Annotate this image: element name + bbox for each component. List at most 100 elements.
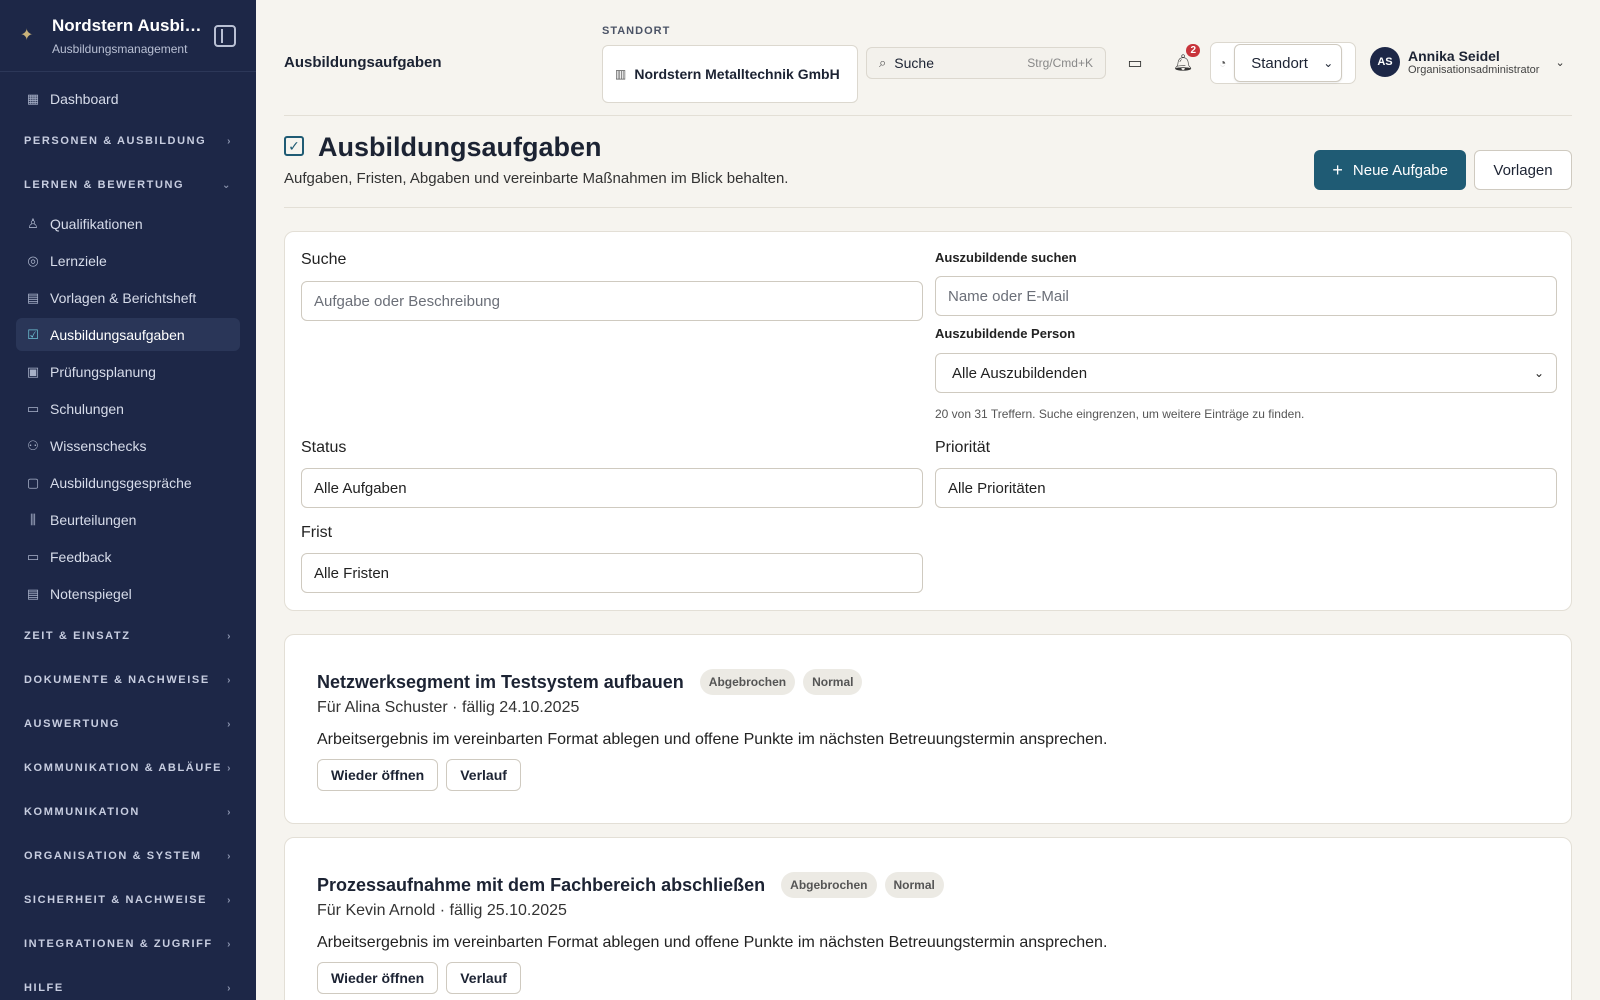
- app-title: Nordstern Ausbildungsportal: [52, 15, 202, 35]
- priority-label: Priorität: [935, 439, 991, 456]
- location-select[interactable]: Standort ⌄: [1234, 44, 1343, 82]
- page-header: ✓ Ausbildungsaufgaben Aufgaben, Fristen,…: [284, 116, 1572, 208]
- location-select-value: Standort: [1251, 54, 1308, 72]
- location-switcher[interactable]: ▥ Nordstern Metalltechnik GmbH: [602, 45, 858, 103]
- task-meta: Für Alina Schuster · fällig 24.10.2025: [317, 699, 580, 716]
- user-name: Annika Seidel: [1408, 48, 1500, 64]
- chevron-right-icon: ›: [227, 806, 232, 818]
- calendar-icon: ▣: [26, 363, 40, 379]
- building-icon: ▥: [615, 67, 627, 81]
- section-lernen[interactable]: LERNEN & BEWERTUNG ⌄: [16, 163, 240, 207]
- trainee-person-select[interactable]: Alle Auszubildenden ⌄: [935, 353, 1557, 393]
- sidebar-item-qualifikationen[interactable]: ♙ Qualifikationen: [16, 207, 240, 240]
- sidebar-item-feedback[interactable]: ▭ Feedback: [16, 540, 240, 573]
- page-title: Ausbildungsaufgaben: [318, 132, 602, 162]
- section-auswertung[interactable]: AUSWERTUNG ›: [16, 702, 240, 746]
- status-badge: Abgebrochen: [781, 872, 877, 898]
- section-kommunikation[interactable]: KOMMUNIKATION ›: [16, 790, 240, 834]
- status-select[interactable]: Alle Aufgaben: [301, 468, 923, 508]
- message-icon: ▭: [26, 548, 40, 564]
- chevron-down-icon: ⌄: [1533, 366, 1544, 380]
- chevron-right-icon: ›: [227, 718, 232, 730]
- user-role: Organisationsadministrator: [1408, 64, 1540, 76]
- section-organisation[interactable]: ORGANISATION & SYSTEM ›: [16, 834, 240, 878]
- section-label: HILFE: [24, 982, 64, 994]
- sidebar-item-vorlagen[interactable]: ▤ Vorlagen & Berichtsheft: [16, 281, 240, 314]
- section-label: KOMMUNIKATION: [24, 806, 140, 818]
- sidebar-item-label: Qualifikationen: [50, 215, 143, 232]
- chevron-right-icon: ›: [227, 938, 232, 950]
- global-search[interactable]: ⌕ Suche Strg/Cmd+K: [866, 47, 1106, 79]
- search-filter-label: Suche: [301, 251, 347, 268]
- sidebar-item-label: Wissenschecks: [50, 437, 147, 454]
- history-button[interactable]: Verlauf: [446, 962, 521, 994]
- reopen-button[interactable]: Wieder öffnen: [317, 759, 439, 791]
- section-label: SICHERHEIT & NACHWEISE: [24, 894, 208, 906]
- chevron-right-icon: ›: [227, 850, 232, 862]
- section-label: LERNEN & BEWERTUNG: [24, 179, 185, 191]
- chevron-down-icon: ⌄: [1323, 56, 1334, 70]
- section-dokumente[interactable]: DOKUMENTE & NACHWEISE ›: [16, 658, 240, 702]
- sidebar-item-label: Prüfungsplanung: [50, 363, 156, 380]
- file-icon: ▤: [26, 585, 40, 601]
- chevron-down-icon: ⌄: [1555, 56, 1565, 69]
- sidebar-item-pruefungsplanung[interactable]: ▣ Prüfungsplanung: [16, 355, 240, 388]
- sidebar-item-notenspiegel[interactable]: ▤ Notenspiegel: [16, 577, 240, 610]
- document-icon: ▤: [26, 289, 40, 305]
- sidebar-item-label: Ausbildungsaufgaben: [50, 326, 185, 343]
- section-hilfe[interactable]: HILFE ›: [16, 966, 240, 1000]
- priority-badge: Normal: [884, 872, 944, 898]
- trainee-search-input[interactable]: Name oder E-Mail: [935, 276, 1557, 316]
- section-sicherheit[interactable]: SICHERHEIT & NACHWEISE ›: [16, 878, 240, 922]
- new-task-button[interactable]: + Neue Aufgabe: [1314, 150, 1466, 190]
- deadline-select[interactable]: Alle Fristen: [301, 553, 923, 593]
- brand-header: ✦ Nordstern Ausbildungsportal Ausbildung…: [0, 0, 256, 72]
- sidebar-item-schulungen[interactable]: ▭ Schulungen: [16, 392, 240, 425]
- section-label: AUSWERTUNG: [24, 718, 121, 730]
- plus-icon: +: [1332, 159, 1343, 180]
- task-search-input[interactable]: Aufgabe oder Beschreibung: [301, 281, 923, 321]
- sidebar-item-label: Lernziele: [50, 252, 107, 269]
- section-zeit[interactable]: ZEIT & EINSATZ ›: [16, 614, 240, 658]
- filter-panel: Suche Aufgabe oder Beschreibung Auszubil…: [284, 231, 1572, 611]
- messages-button[interactable]: ▭: [1122, 50, 1148, 76]
- templates-button[interactable]: Vorlagen: [1474, 150, 1572, 190]
- priority-select[interactable]: Alle Prioritäten: [935, 468, 1557, 508]
- checkbox-icon: ✓: [284, 136, 304, 156]
- sidebar-item-label: Ausbildungsgespräche: [50, 474, 192, 491]
- section-personen[interactable]: PERSONEN & AUSBILDUNG ›: [16, 119, 240, 163]
- task-card: Netzwerksegment im Testsystem aufbauen A…: [284, 634, 1572, 824]
- bar-chart-icon: ⫼: [30, 511, 36, 527]
- avatar: AS: [1370, 47, 1400, 77]
- checkbox-icon: ☑: [27, 326, 39, 342]
- sidebar-collapse-icon[interactable]: [214, 24, 236, 47]
- section-label: KOMMUNIKATION & ABLÄUFE: [24, 762, 223, 774]
- history-button[interactable]: Verlauf: [446, 759, 521, 791]
- notifications-button[interactable]: 🔔︎ 2: [1170, 44, 1200, 76]
- sidebar-item-beurteilungen[interactable]: ⫼ Beurteilungen: [16, 503, 240, 536]
- section-integrationen[interactable]: INTEGRATIONEN & ZUGRIFF ›: [16, 922, 240, 966]
- chevron-down-icon: ⌄: [222, 179, 232, 191]
- sidebar-item-ausbildungsaufgaben[interactable]: ☑ Ausbildungsaufgaben: [16, 318, 240, 351]
- search-label: Suche: [894, 55, 934, 71]
- section-label: ZEIT & EINSATZ: [24, 630, 131, 642]
- book-icon: ▭: [26, 400, 40, 416]
- sidebar-item-label: Schulungen: [50, 400, 124, 417]
- sidebar-item-label: Feedback: [50, 548, 112, 565]
- sidebar: ✦ Nordstern Ausbildungsportal Ausbildung…: [0, 0, 256, 1000]
- sidebar-item-dashboard[interactable]: ▦ Dashboard: [16, 82, 240, 115]
- task-title: Netzwerksegment im Testsystem aufbauen: [317, 671, 684, 692]
- sidebar-item-lernziele[interactable]: ◎ Lernziele: [16, 244, 240, 277]
- task-title: Prozessaufnahme mit dem Fachbereich absc…: [317, 874, 766, 895]
- topbar: Ausbildungsaufgaben STANDORT ▥ Nordstern…: [284, 0, 1572, 116]
- chevron-right-icon: ›: [227, 762, 232, 774]
- sidebar-item-wissenschecks[interactable]: ⚇ Wissenschecks: [16, 429, 240, 462]
- section-kommunikation-ablaeufe[interactable]: KOMMUNIKATION & ABLÄUFE ›: [16, 746, 240, 790]
- section-label: PERSONEN & AUSBILDUNG: [24, 135, 207, 147]
- reopen-button[interactable]: Wieder öffnen: [317, 962, 439, 994]
- sidebar-item-ausbildungsgespraeche[interactable]: ▢ Ausbildungsgespräche: [16, 466, 240, 499]
- notification-badge: 2: [1186, 44, 1200, 57]
- user-menu[interactable]: AS Annika Seidel Organisationsadministra…: [1370, 47, 1565, 77]
- app-subtitle: Ausbildungsmanagement: [52, 41, 188, 56]
- target-icon: ◎: [27, 252, 39, 268]
